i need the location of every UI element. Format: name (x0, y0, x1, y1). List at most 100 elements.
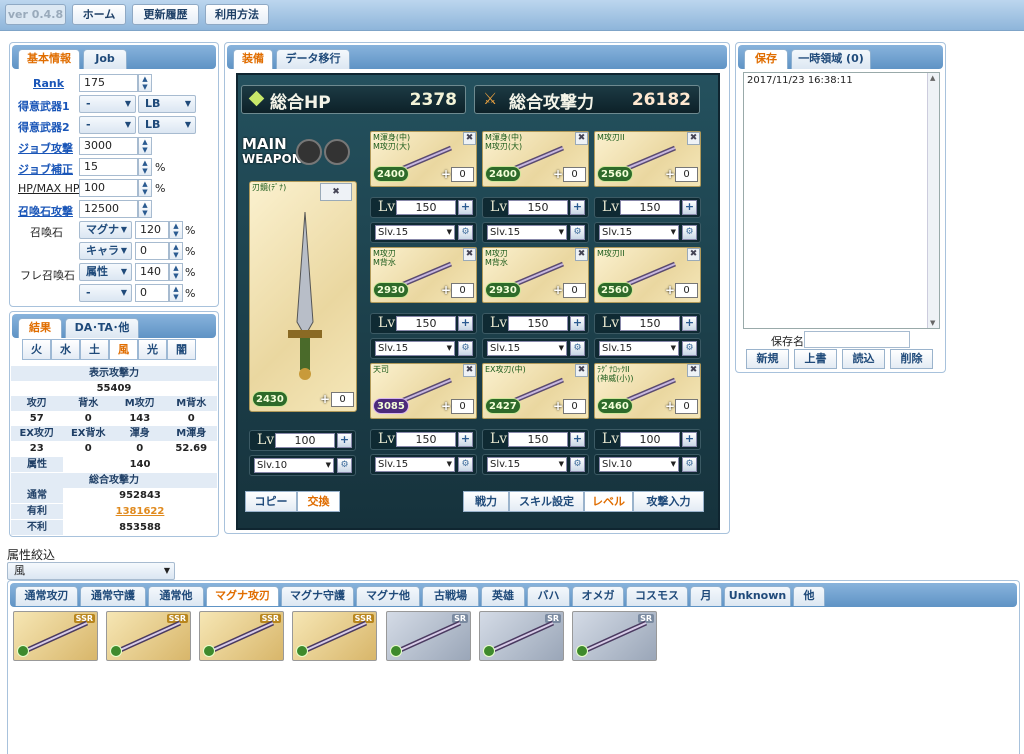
copy-button[interactable]: コピー (245, 491, 297, 512)
weapon-plus-input[interactable]: 0 (563, 399, 586, 414)
level-plus-button[interactable]: + (458, 316, 473, 331)
delete-button[interactable]: 削除 (890, 349, 933, 369)
level-plus-button[interactable]: + (458, 432, 473, 447)
gear-icon[interactable]: ⚙ (337, 458, 352, 473)
main-weapon-card[interactable]: 刃鏡(ﾃﾞﾅ) ✖ 2430 + 0 (249, 181, 357, 412)
job-attack-input[interactable]: 3000 (79, 137, 138, 155)
gear-icon[interactable]: ⚙ (458, 341, 473, 356)
save-list[interactable]: 2017/11/23 16:38:11 ▲ ▼ (743, 72, 940, 329)
weapon-category-tab[interactable]: マグナ守護 (281, 586, 354, 606)
load-button[interactable]: 読込 (842, 349, 885, 369)
save-name-input[interactable] (804, 331, 910, 348)
weapon-plus-input[interactable]: 0 (451, 399, 474, 414)
weapon-level-input[interactable]: 150 (396, 432, 456, 447)
home-button[interactable]: ホーム (72, 4, 126, 25)
weapon-card[interactable]: M攻刃 M背水 ✖ 2930 +0 (370, 247, 477, 303)
mode-button[interactable]: レベル (584, 491, 633, 512)
summon-value-input[interactable]: 120 (135, 221, 169, 239)
weapon-category-tab[interactable]: 通常攻刃 (15, 586, 78, 606)
main-weapon-plus-input[interactable]: 0 (331, 392, 354, 407)
tab-data-migration[interactable]: データ移行 (276, 49, 350, 69)
weapon-category-tab[interactable]: バハ (527, 586, 570, 606)
summon-type-select[interactable]: キャラ ▼ (79, 242, 132, 260)
close-icon[interactable]: ✖ (687, 364, 700, 377)
gear-icon[interactable]: ⚙ (682, 341, 697, 356)
weapon-card[interactable]: ﾗｸﾞﾅﾛｯｸII (神威(小)) ✖ 2460 +0 (594, 363, 701, 419)
rank-input[interactable]: 175 (79, 74, 138, 92)
summon-type-select[interactable]: 属性 ▼ (79, 263, 132, 281)
weapon-thumbnail[interactable]: SR (479, 611, 564, 661)
rank-label[interactable]: Rank (33, 77, 64, 90)
summon-type-select[interactable]: - ▼ (79, 284, 132, 302)
summon-attack-input[interactable]: 12500 (79, 200, 138, 218)
weapon-plus-input[interactable]: 0 (675, 167, 698, 182)
gear-icon[interactable]: ⚙ (570, 341, 585, 356)
level-plus-button[interactable]: + (458, 200, 473, 215)
level-plus-button[interactable]: + (337, 433, 352, 448)
weapon-plus-input[interactable]: 0 (563, 167, 586, 182)
weapon-plus-input[interactable]: 0 (563, 283, 586, 298)
job-attack-label[interactable]: ジョブ攻撃 (18, 140, 73, 156)
weapon-skill-level-select[interactable]: Slv.15 ▼ (375, 225, 455, 240)
swap-button[interactable]: 交換 (297, 491, 340, 512)
main-weapon-skill-level-select[interactable]: Slv.10 ▼ (254, 458, 334, 473)
overwrite-button[interactable]: 上書 (794, 349, 837, 369)
tab-save[interactable]: 保存 (744, 49, 788, 69)
weapon-plus-input[interactable]: 0 (451, 167, 474, 182)
level-plus-button[interactable]: + (682, 200, 697, 215)
close-icon[interactable]: ✖ (687, 248, 700, 261)
stepper-icon[interactable]: ▲ ▼ (169, 263, 183, 281)
remove-main-weapon-icon[interactable]: ✖ (320, 183, 352, 201)
mode-button[interactable]: 戦力 (463, 491, 509, 512)
level-plus-button[interactable]: + (682, 316, 697, 331)
weapon-level-input[interactable]: 150 (508, 432, 568, 447)
update-history-button[interactable]: 更新履歴 (132, 4, 199, 25)
tab-result[interactable]: 結果 (18, 318, 62, 338)
mode-button[interactable]: 攻撃入力 (633, 491, 704, 512)
weapon-card[interactable]: M渾身(中) M攻刃(大) ✖ 2400 +0 (370, 131, 477, 187)
tab-job[interactable]: Job (83, 49, 127, 69)
weapon-category-tab[interactable]: 通常守護 (80, 586, 146, 606)
weapon-thumbnail[interactable]: SSR (199, 611, 284, 661)
weapon-category-tab[interactable]: 月 (690, 586, 722, 606)
save-entry[interactable]: 2017/11/23 16:38:11 (747, 75, 853, 86)
weapon-category-tab[interactable]: マグナ他 (356, 586, 420, 606)
close-icon[interactable]: ✖ (575, 132, 588, 145)
attribute-filter-select[interactable]: 風 ▼ (7, 562, 175, 580)
close-icon[interactable]: ✖ (463, 248, 476, 261)
weapon-thumbnail[interactable]: SR (386, 611, 471, 661)
weapon-card[interactable]: M攻刃II ✖ 2560 +0 (594, 131, 701, 187)
level-plus-button[interactable]: + (570, 432, 585, 447)
stepper-icon[interactable]: ▲ ▼ (169, 242, 183, 260)
fav-weapon-2-type-select[interactable]: - ▼ (79, 116, 136, 134)
fav-weapon-1-lb-select[interactable]: LB ▼ (138, 95, 196, 113)
close-icon[interactable]: ✖ (575, 364, 588, 377)
stepper-icon[interactable]: ▲ ▼ (138, 74, 152, 92)
level-plus-button[interactable]: + (682, 432, 697, 447)
stepper-icon[interactable]: ▲ ▼ (138, 200, 152, 218)
save-list-scrollbar[interactable]: ▲ ▼ (927, 73, 939, 328)
weapon-level-input[interactable]: 150 (396, 316, 456, 331)
weapon-card[interactable]: M攻刃 M背水 ✖ 2930 +0 (482, 247, 589, 303)
tab-equipment[interactable]: 装備 (233, 49, 273, 69)
level-plus-button[interactable]: + (570, 316, 585, 331)
weapon-category-tab[interactable]: 他 (793, 586, 825, 606)
weapon-skill-level-select[interactable]: Slv.15 ▼ (487, 457, 567, 472)
weapon-plus-input[interactable]: 0 (675, 283, 698, 298)
gear-icon[interactable]: ⚙ (458, 225, 473, 240)
summon-type-select[interactable]: マグナ ▼ (79, 221, 132, 239)
weapon-level-input[interactable]: 150 (508, 316, 568, 331)
weapon-skill-level-select[interactable]: Slv.15 ▼ (375, 457, 455, 472)
close-icon[interactable]: ✖ (463, 132, 476, 145)
scroll-up-icon[interactable]: ▲ (930, 74, 935, 82)
weapon-category-tab[interactable]: 古戦場 (422, 586, 479, 606)
weapon-category-tab[interactable]: コスモス (626, 586, 688, 606)
summon-value-input[interactable]: 0 (135, 284, 169, 302)
close-icon[interactable]: ✖ (575, 248, 588, 261)
element-tab[interactable]: 水 (51, 339, 80, 360)
total-row-value[interactable]: 1381622 (63, 504, 217, 519)
stepper-icon[interactable]: ▲ ▼ (138, 158, 152, 176)
usage-button[interactable]: 利用方法 (205, 4, 269, 25)
weapon-level-input[interactable]: 150 (508, 200, 568, 215)
weapon-card[interactable]: 天司 ✖ 3085 +0 (370, 363, 477, 419)
